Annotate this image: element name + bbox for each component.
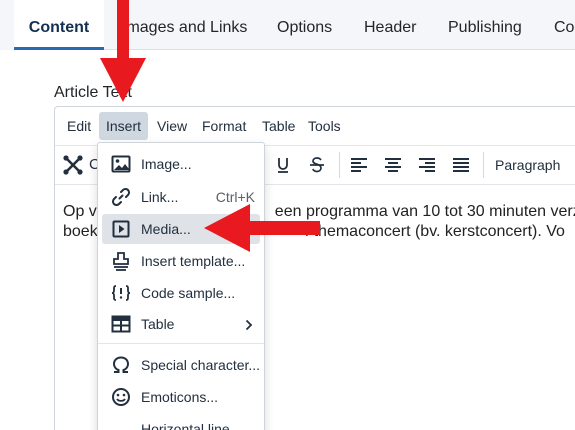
menu-item-label: Code sample... [141, 285, 236, 301]
menu-separator [98, 343, 264, 344]
underline-icon[interactable] [269, 151, 297, 179]
menu-tools[interactable]: Tools [301, 112, 348, 140]
menu-item-media[interactable]: Media... [102, 214, 260, 244]
toolbar-separator [339, 152, 340, 178]
menu-item-label: Horizontal line [141, 421, 230, 430]
menu-item-label: Media... [141, 221, 191, 237]
toolbar-separator [483, 152, 484, 178]
article-text-label: Article Text [54, 84, 132, 101]
tab-images-and-links[interactable]: Images and Links [122, 0, 247, 50]
block-format-select[interactable]: Paragraph [495, 151, 560, 179]
menu-item-table[interactable]: Table [102, 309, 260, 339]
menu-item-image[interactable]: Image... [102, 149, 260, 179]
menu-format[interactable]: Format [195, 112, 253, 140]
menu-item-link[interactable]: Link... Ctrl+K [102, 182, 260, 212]
menu-item-emoticons[interactable]: Emoticons... [102, 382, 260, 412]
tab-content[interactable]: Content [14, 0, 104, 50]
tab-co[interactable]: Co [554, 0, 574, 50]
article-edit-panel: Content Images and Links Options Header … [0, 0, 575, 430]
tab-publishing[interactable]: Publishing [448, 0, 522, 50]
menu-item-label: Link... [141, 189, 179, 205]
menu-item-label: Insert template... [141, 253, 246, 269]
align-center-icon[interactable] [379, 151, 407, 179]
menu-item-horizontal-line[interactable]: Horizontal line [102, 414, 260, 430]
insert-menu-dropdown: Image... Link... Ctrl+K Media... Insert … [97, 142, 265, 430]
media-icon [108, 217, 134, 241]
menu-item-label: Table [141, 316, 175, 332]
hr-icon [108, 417, 134, 430]
strikethrough-icon[interactable] [303, 151, 331, 179]
menu-edit[interactable]: Edit [60, 112, 98, 140]
menu-item-insert-template[interactable]: Insert template... [102, 246, 260, 276]
omega-icon [108, 353, 134, 377]
table-icon [108, 312, 134, 336]
image-icon [108, 152, 134, 176]
menu-item-special-character[interactable]: Special character... [102, 350, 260, 380]
joomla-icon[interactable] [59, 151, 87, 179]
link-icon [108, 185, 134, 209]
menu-insert[interactable]: Insert [99, 112, 149, 140]
tab-header[interactable]: Header [364, 0, 416, 50]
menu-item-label: Special character... [141, 357, 261, 373]
menu-item-label: Image... [141, 156, 192, 172]
menu-item-label: Emoticons... [141, 389, 219, 405]
align-justify-icon[interactable] [447, 151, 475, 179]
tab-bar: Content Images and Links Options Header … [0, 0, 575, 50]
emoticon-icon [108, 385, 134, 409]
code-icon [108, 281, 134, 305]
menu-view[interactable]: View [150, 112, 194, 140]
align-right-icon[interactable] [413, 151, 441, 179]
menu-table[interactable]: Table [255, 112, 302, 140]
editor-menubar: Edit Insert View Format Table Tools [55, 107, 575, 146]
template-icon [108, 249, 134, 273]
tab-options[interactable]: Options [277, 0, 332, 50]
chevron-right-icon [245, 318, 253, 334]
shortcut-hint: Ctrl+K [215, 189, 255, 205]
align-left-icon[interactable] [345, 151, 373, 179]
menu-item-code-sample[interactable]: Code sample... [102, 278, 260, 308]
